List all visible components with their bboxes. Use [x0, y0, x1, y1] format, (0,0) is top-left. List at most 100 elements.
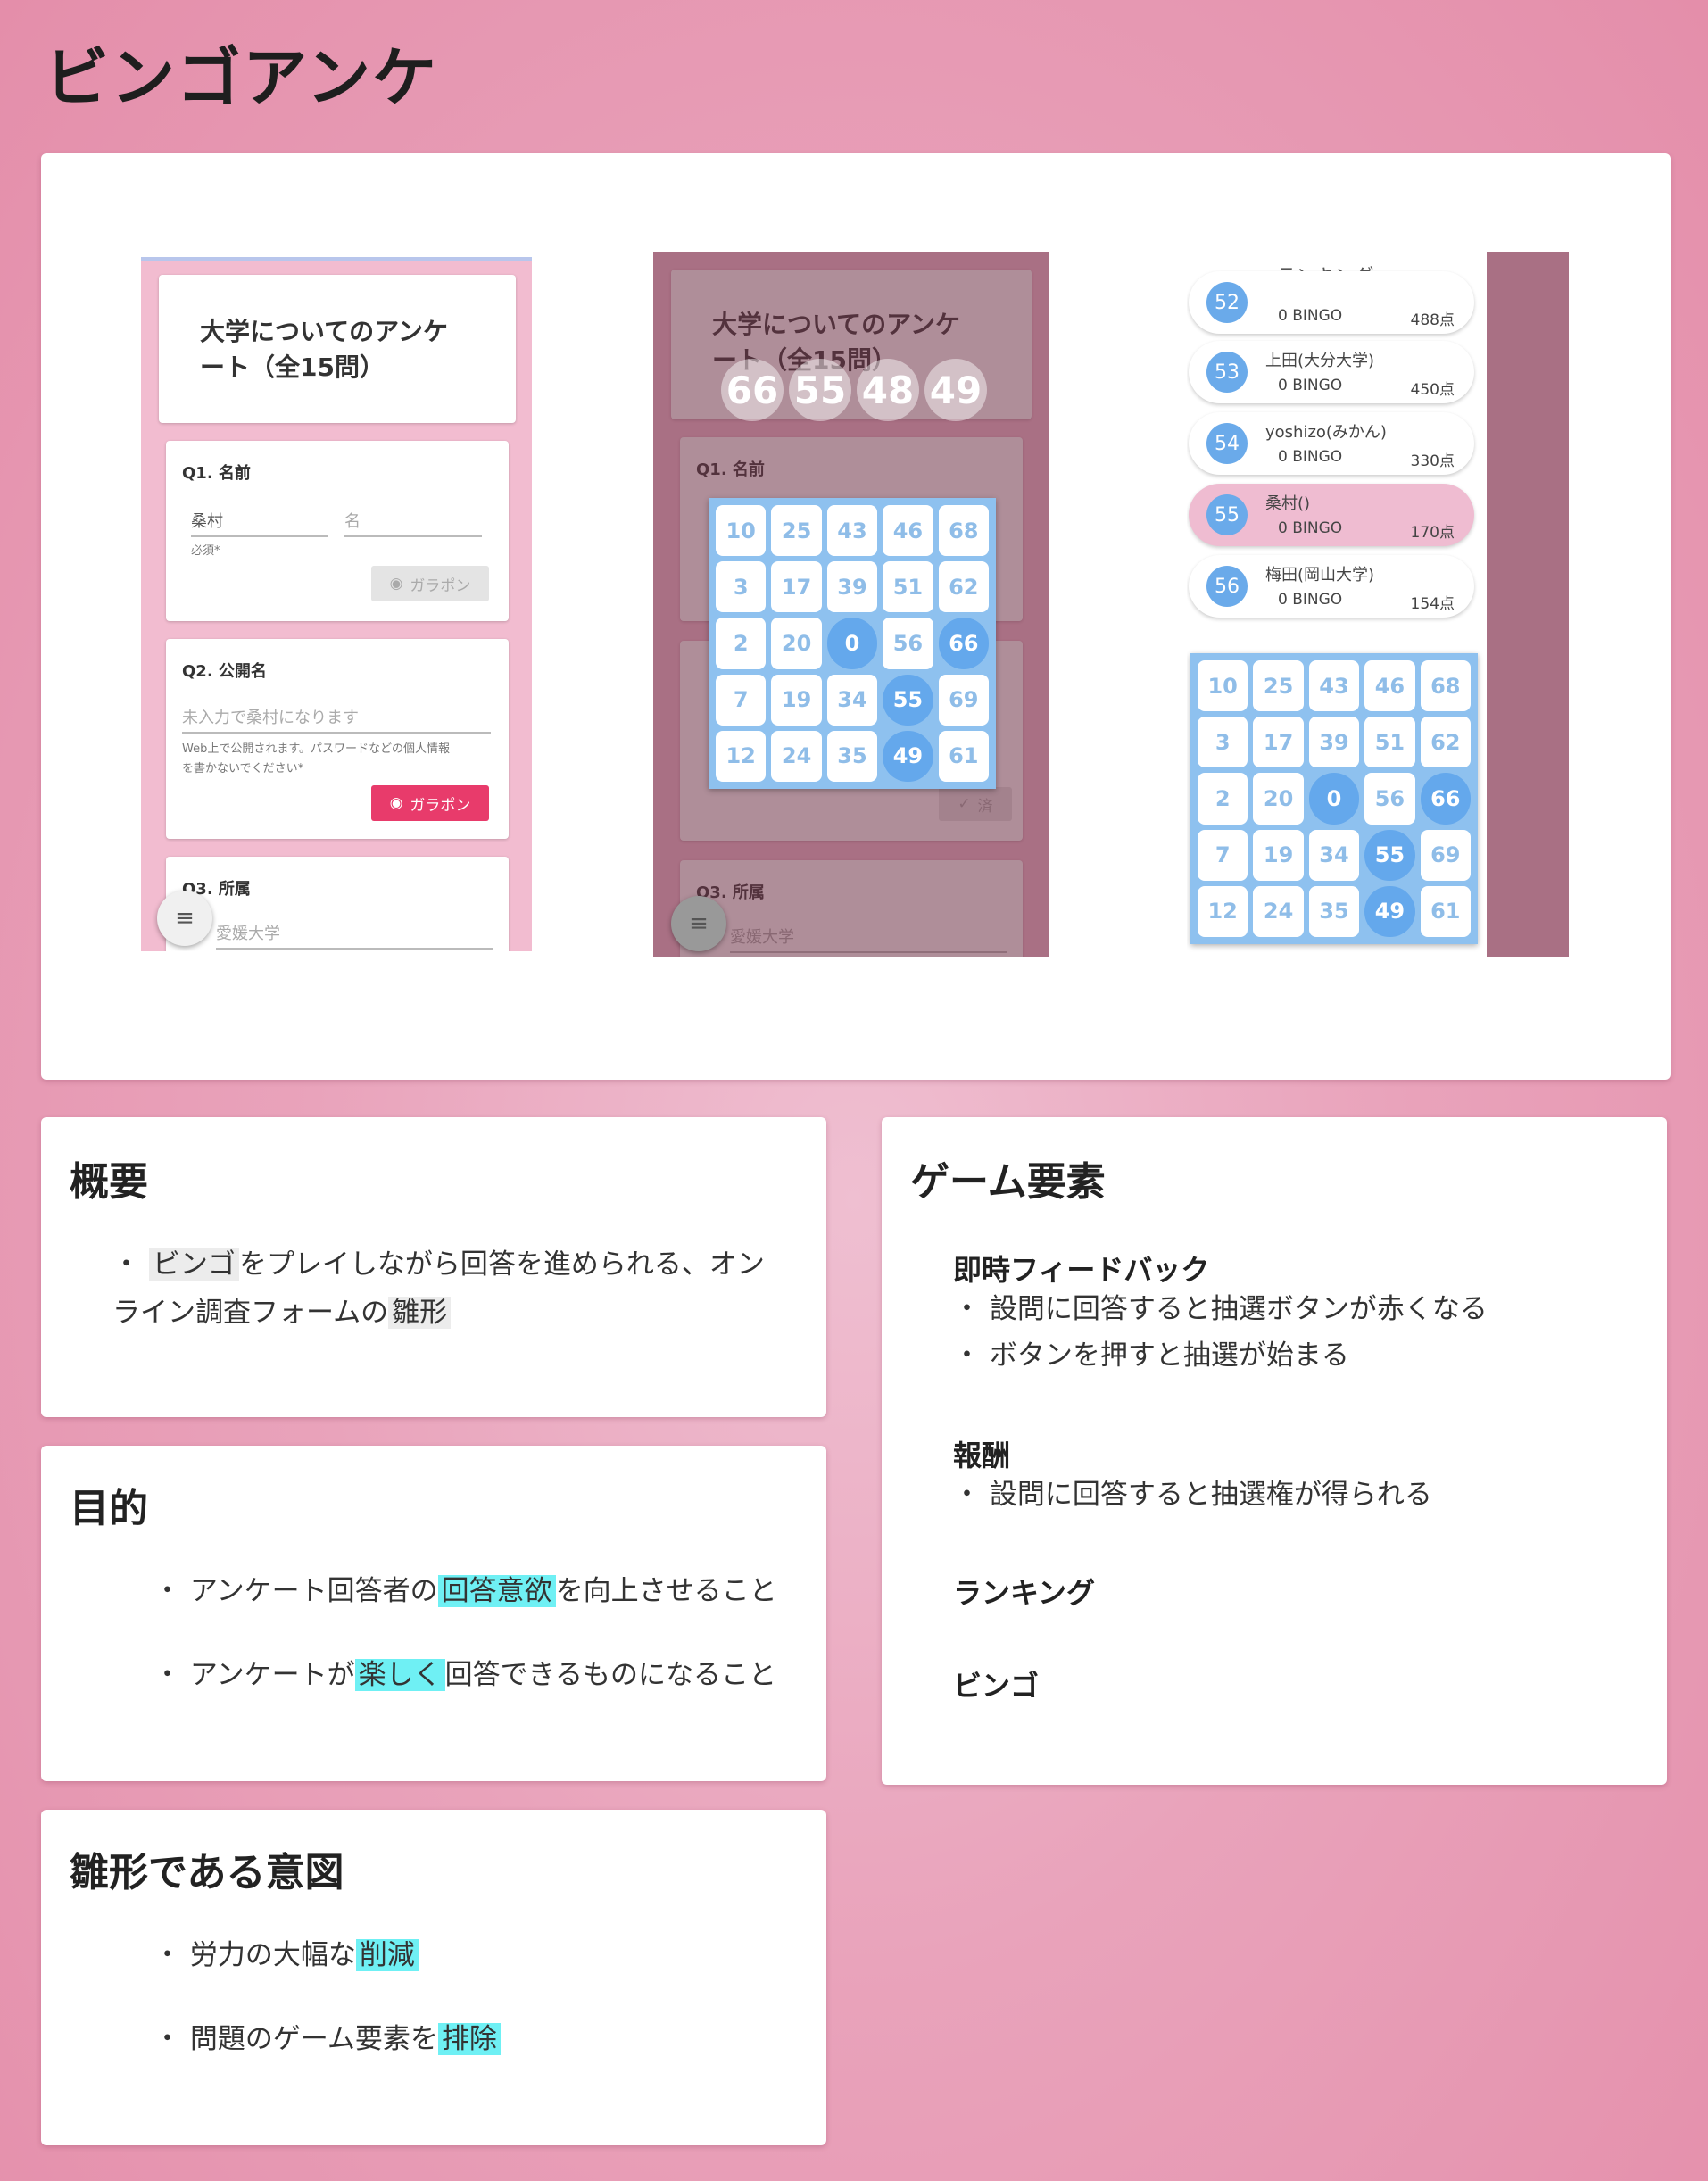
last-name-field[interactable]: 桑村	[191, 509, 328, 537]
ranking-item: 53 上田(大分大学) 0 BINGO 450点	[1189, 341, 1474, 403]
feedback-heading: 即時フィードバック	[953, 1253, 1210, 1287]
bingo-cell: 46	[883, 505, 933, 557]
rank-name: 上田(大分大学)	[1265, 352, 1375, 370]
bingo-cell: 35	[1308, 885, 1360, 937]
rank-bingo-count: 0 BINGO	[1278, 519, 1343, 537]
q2-card: Q2. 公開名 未入力で桑村になります Web上で公開されます。パスワードなどの…	[166, 639, 509, 839]
bingo-cell: 2	[1198, 773, 1248, 825]
game-title: ゲーム要素	[910, 1159, 1106, 1205]
ranking-item: 54 yoshizo(みかん) 0 BINGO 330点	[1189, 412, 1474, 475]
bingo-cell: 24	[771, 730, 822, 782]
bingo-cell: 62	[1420, 717, 1471, 768]
menu-fab[interactable]: ≡	[157, 891, 212, 946]
bingo-cell: 3	[716, 561, 767, 613]
bingo-cell: 43	[826, 505, 878, 557]
overview-bullet: ・ ビンゴ をプレイしながら回答を進められる、オン ライン調査フォームの 雛形	[112, 1248, 765, 1329]
bingo-cell: 2	[716, 618, 767, 669]
bingo-cell: 69	[938, 674, 989, 726]
bingo-cell: 25	[771, 505, 822, 557]
public-name-field[interactable]: 未入力で桑村になります	[182, 705, 491, 734]
menu-fab[interactable]: ≡	[671, 896, 726, 951]
highlight-motivation: 回答意欲	[437, 1575, 556, 1607]
ranking-heading: ランキング	[953, 1576, 1096, 1610]
highlight-exclude: 排除	[437, 2023, 501, 2055]
bingo-card: 10 25 43 46 68 3 17 39 51 62 2 20 0 56 66 7 19 34 55 69 12 24…	[709, 498, 996, 789]
bingo-cell: 51	[1364, 717, 1415, 768]
garapon-button-active[interactable]: ◉ ガラポン	[371, 785, 489, 821]
reward-heading: 報酬	[953, 1439, 1011, 1472]
bingo-cell: 39	[1308, 717, 1360, 768]
overview-card: 概要 ・ ビンゴ をプレイしながら回答を進められる、オン ライン調査フォームの 雛形	[41, 1117, 826, 1417]
bingo-cell: 39	[826, 561, 878, 613]
bingo-cell: 25	[1253, 660, 1304, 712]
page-title: ビンゴアンケ	[45, 40, 439, 115]
rank-number: 52	[1206, 282, 1248, 323]
bingo-cell: 24	[1253, 885, 1304, 937]
q1-label: Q1. 名前	[182, 464, 251, 483]
rank-bingo-count: 0 BINGO	[1278, 448, 1343, 466]
rank-points: 330点	[1410, 452, 1455, 470]
intent-card: 雛形である意図 ・ 労力の大幅な 削減 ・ 問題のゲーム要素を 排除	[41, 1810, 826, 2145]
drawn-ball: 66	[721, 359, 784, 421]
menu-icon: ≡	[689, 910, 709, 937]
intent-bullet-2: ・ 問題のゲーム要素を 排除	[153, 2015, 501, 2063]
bingo-cell: 66	[938, 618, 989, 669]
purpose-card: 目的 ・ アンケート回答者の 回答意欲 を向上させること ・ アンケートが 楽しく 回答…	[41, 1446, 826, 1781]
bingo-cell: 7	[716, 674, 767, 726]
purpose-title: 目的	[70, 1486, 148, 1531]
purpose-bullet-2: ・ アンケートが 楽しく 回答できるものになること	[153, 1659, 777, 1691]
bingo-heading: ビンゴ	[953, 1669, 1040, 1703]
bingo-cell: 34	[826, 674, 878, 726]
bingo-cell: 35	[826, 730, 878, 782]
bingo-cell: 68	[1420, 660, 1471, 712]
required-note: 必須*	[191, 544, 220, 558]
highlight-reduction: 削減	[355, 1939, 419, 1971]
rank-number: 53	[1206, 352, 1248, 393]
bingo-cell: 43	[1308, 660, 1360, 712]
highlight-bingo: ビンゴ	[148, 1248, 239, 1281]
bingo-cell: 46	[1364, 660, 1415, 712]
rank-name: 梅田(岡山大学)	[1265, 566, 1375, 585]
drawn-ball: 49	[924, 359, 987, 421]
bingo-cell: 12	[716, 730, 767, 782]
form-title-card: 大学についてのアンケ ート（全15問）	[159, 275, 516, 423]
rank-number: 55	[1206, 494, 1248, 535]
rank-number: 56	[1206, 566, 1248, 607]
rank-points: 154点	[1410, 595, 1455, 613]
garapon-button-disabled[interactable]: ◉ ガラポン	[371, 566, 489, 601]
drawn-ball: 55	[789, 359, 851, 421]
bingo-cell: 10	[1198, 660, 1248, 712]
feedback-bullet-2: ・ ボタンを押すと抽選が始まる	[953, 1339, 1349, 1372]
radio-icon: ◉	[389, 794, 403, 812]
intent-bullet-1: ・ 労力の大幅な 削減	[153, 1931, 419, 1979]
rank-number: 54	[1206, 423, 1248, 464]
bingo-cell: 7	[1198, 829, 1248, 881]
ranking-item: 52 0 BINGO 488点	[1189, 271, 1474, 334]
phone-form-screen: 大学についてのアンケ ート（全15問） Q1. 名前 桑村 名 必須* ◉ ガラ…	[141, 257, 532, 951]
overview-title: 概要	[70, 1159, 148, 1205]
menu-icon: ≡	[175, 905, 195, 932]
bingo-cell: 66	[1420, 773, 1471, 825]
q3-card: Q3. 所属 愛媛大学	[166, 857, 509, 951]
phone-bingo-screen: 大学についてのアンケ ート（全15問） Q1. 名前 ✓ 済 Q3. 所属 愛媛…	[653, 252, 1049, 957]
intent-title: 雛形である意図	[70, 1850, 344, 1895]
radio-icon: ◉	[389, 575, 403, 593]
bingo-cell: 55	[883, 674, 933, 726]
form-title-line1: 大学についてのアンケ	[200, 317, 449, 346]
public-name-help-1: Web上で公開されます。パスワードなどの個人情報	[182, 742, 451, 756]
bingo-cell: 34	[1308, 829, 1360, 881]
ranking-item: 56 梅田(岡山大学) 0 BINGO 154点	[1189, 555, 1474, 618]
game-elements-card: ゲーム要素 即時フィードバック ・ 設問に回答すると抽選ボタンが赤くなる ・ ボ…	[882, 1117, 1667, 1785]
rank-bingo-count: 0 BINGO	[1278, 591, 1343, 609]
bingo-cell: 20	[1253, 773, 1304, 825]
drawn-ball: 48	[857, 359, 919, 421]
bingo-cell: 10	[716, 505, 767, 557]
rank-name: 桑村()	[1265, 494, 1311, 513]
bingo-cell: 56	[883, 618, 933, 669]
affiliation-field[interactable]: 愛媛大学	[216, 921, 493, 950]
screenshot-card: 大学についてのアンケ ート（全15問） Q1. 名前 桑村 名 必須* ◉ ガラ…	[41, 153, 1671, 1080]
highlight-template: 雛形	[388, 1297, 452, 1329]
bingo-cell: 17	[771, 561, 822, 613]
bingo-cell: 69	[1420, 829, 1471, 881]
first-name-field[interactable]: 名	[344, 509, 482, 537]
